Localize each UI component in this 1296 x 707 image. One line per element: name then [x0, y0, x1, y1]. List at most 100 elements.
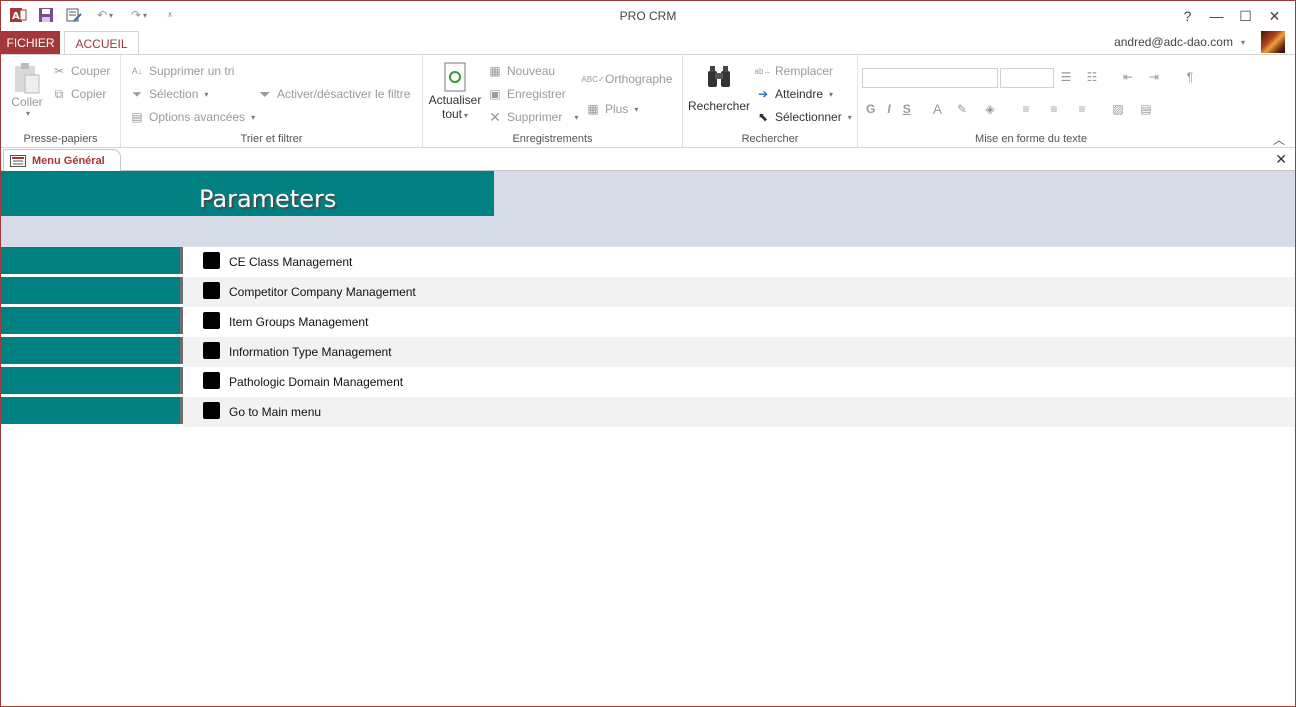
- avatar[interactable]: [1261, 31, 1285, 53]
- group-sort-filter: A↓ Supprimer un tri ⏷ Sélection ▾ ▤ Opti…: [121, 55, 423, 147]
- save-record-button[interactable]: ▣ Enregistrer: [487, 86, 565, 102]
- copy-icon: ⧉: [54, 86, 64, 101]
- menu-item-button[interactable]: [203, 372, 220, 389]
- font-size-select[interactable]: [1000, 68, 1054, 88]
- goto-button[interactable]: ➔ Atteindre ▾: [755, 86, 833, 102]
- menu-item-row: CE Class Management: [1, 247, 1295, 277]
- remove-sort-button[interactable]: A↓ Supprimer un tri: [129, 63, 235, 79]
- menu-item-label[interactable]: Go to Main menu: [229, 405, 321, 419]
- menu-item-label[interactable]: Item Groups Management: [229, 315, 368, 329]
- menu-item-button[interactable]: [203, 342, 220, 359]
- filter-icon: ⏷: [132, 86, 142, 101]
- chevron-down-icon: ▾: [634, 104, 639, 114]
- menu-item-button[interactable]: [203, 312, 220, 329]
- font-name-select[interactable]: [862, 68, 998, 88]
- decrease-indent-icon[interactable]: ⇤: [1120, 69, 1136, 85]
- align-left-icon[interactable]: ≡: [1018, 101, 1034, 117]
- remove-sort-label: Supprimer un tri: [149, 64, 235, 78]
- replace-button[interactable]: ab↔ Remplacer: [755, 63, 833, 79]
- menu-item-row: Go to Main menu: [1, 397, 1295, 427]
- copy-button[interactable]: ⧉ Copier: [51, 86, 107, 102]
- ribbon-tabs: FICHIER ACCUEIL andred@adc-dao.com ▾: [1, 31, 1295, 55]
- menu-item-button[interactable]: [203, 252, 220, 269]
- cut-button[interactable]: ✂ Couper: [51, 63, 110, 79]
- row-band: [1, 247, 183, 274]
- form-icon: [10, 154, 26, 167]
- minimize-button[interactable]: —: [1202, 5, 1231, 27]
- gridlines-icon[interactable]: ▤: [1138, 101, 1154, 117]
- menu-item-label[interactable]: Competitor Company Management: [229, 285, 416, 299]
- italic-button[interactable]: I: [887, 102, 890, 116]
- font-color-button[interactable]: A: [933, 101, 942, 117]
- new-record-icon: ▦: [489, 64, 501, 78]
- chevron-down-icon: ▾: [574, 112, 579, 122]
- sort-az-icon: A↓: [131, 66, 143, 76]
- copy-label: Copier: [71, 87, 107, 101]
- group-find: Rechercher ab↔ Remplacer ➔ Atteindre ▾ ⬉…: [683, 55, 858, 147]
- menu-item-row: Item Groups Management: [1, 307, 1295, 337]
- refresh-label-2: tout: [441, 107, 462, 121]
- menu-form: Parameters CE Class Management Competito…: [1, 171, 1295, 706]
- increase-indent-icon[interactable]: ⇥: [1146, 69, 1162, 85]
- group-label-clipboard: Presse-papiers: [23, 133, 98, 145]
- refresh-all-button[interactable]: Actualiser tout ▾: [427, 61, 483, 121]
- close-document-icon[interactable]: ✕: [1275, 151, 1287, 168]
- cut-label: Couper: [71, 64, 111, 78]
- group-label-text-format: Mise en forme du texte: [975, 133, 1087, 145]
- menu-item-label[interactable]: Pathologic Domain Management: [229, 375, 403, 389]
- delete-label: Supprimer: [507, 110, 563, 124]
- row-band-edge: [158, 247, 183, 277]
- menu-item-button[interactable]: [203, 402, 220, 419]
- access-window: A ↶ ▾ ↷ ▾ ⩡ PRO CRM ? — ☐ ✕ FICHIER ACCUEI…: [0, 0, 1296, 707]
- tab-menu-general[interactable]: Menu Général: [3, 149, 121, 172]
- group-records: Actualiser tout ▾ ▦ Nouveau ▣ Enregistrer…: [423, 55, 683, 147]
- menu-item-label[interactable]: CE Class Management: [229, 255, 352, 269]
- tab-file[interactable]: FICHIER: [1, 31, 60, 55]
- find-button[interactable]: Rechercher: [687, 63, 751, 113]
- underline-button[interactable]: S: [903, 102, 911, 116]
- row-band: [1, 337, 183, 364]
- spelling-label: Orthographe: [605, 72, 673, 86]
- row-band-edge: [158, 337, 183, 367]
- ribbon: Coller ▾ ✂ Couper ⧉ Copier Presse-papier…: [1, 54, 1295, 148]
- close-button[interactable]: ✕: [1260, 5, 1289, 27]
- row-band-edge: [158, 367, 183, 397]
- more-button[interactable]: ▦ Plus ▾: [585, 101, 638, 117]
- numbering-icon[interactable]: ☷: [1084, 69, 1100, 85]
- scissors-icon: ✂: [53, 64, 65, 78]
- tab-home[interactable]: ACCUEIL: [64, 31, 139, 55]
- restore-button[interactable]: ☐: [1231, 5, 1260, 27]
- spelling-button[interactable]: ABC✓ Orthographe: [581, 71, 673, 87]
- new-record-button[interactable]: ▦ Nouveau: [487, 63, 555, 79]
- paste-icon: [15, 63, 40, 94]
- arrow-right-icon: ➔: [757, 87, 769, 101]
- menu-item-row: Pathologic Domain Management: [1, 367, 1295, 397]
- align-center-icon[interactable]: ≡: [1046, 101, 1062, 117]
- menu-item-button[interactable]: [203, 282, 220, 299]
- row-band: [1, 367, 183, 394]
- bold-button[interactable]: G: [866, 102, 875, 116]
- account-menu[interactable]: andred@adc-dao.com ▾: [1114, 35, 1245, 49]
- background-image-icon[interactable]: ▨: [1110, 101, 1126, 117]
- menu-item-label[interactable]: Information Type Management: [229, 345, 392, 359]
- collapse-ribbon-icon[interactable]: ︿: [1273, 131, 1285, 148]
- help-button[interactable]: ?: [1173, 5, 1202, 27]
- page-title: Parameters: [199, 185, 337, 213]
- bullets-icon[interactable]: ☰: [1058, 69, 1074, 85]
- align-right-icon[interactable]: ≡: [1074, 101, 1090, 117]
- refresh-icon: [444, 62, 466, 92]
- paragraph-icon[interactable]: ¶: [1182, 69, 1198, 85]
- advanced-options-button[interactable]: ▤ Options avancées ▾: [129, 109, 255, 125]
- delete-record-button[interactable]: ✕ Supprimer ▾: [487, 109, 578, 125]
- fill-color-icon[interactable]: ◈: [982, 101, 998, 117]
- paste-button[interactable]: Coller ▾: [9, 61, 45, 118]
- row-band-edge: [158, 277, 183, 307]
- highlight-icon[interactable]: ✎: [954, 101, 970, 117]
- chevron-down-icon: ▾: [25, 109, 30, 118]
- toggle-filter-button[interactable]: ⏷ Activer/désactiver le filtre: [257, 86, 410, 102]
- new-label: Nouveau: [507, 64, 556, 78]
- select-button[interactable]: ⬉ Sélectionner ▾: [755, 109, 852, 125]
- selection-button[interactable]: ⏷ Sélection ▾: [129, 86, 208, 102]
- chevron-down-icon: ▾: [829, 89, 834, 99]
- advanced-filter-icon: ▤: [131, 110, 143, 124]
